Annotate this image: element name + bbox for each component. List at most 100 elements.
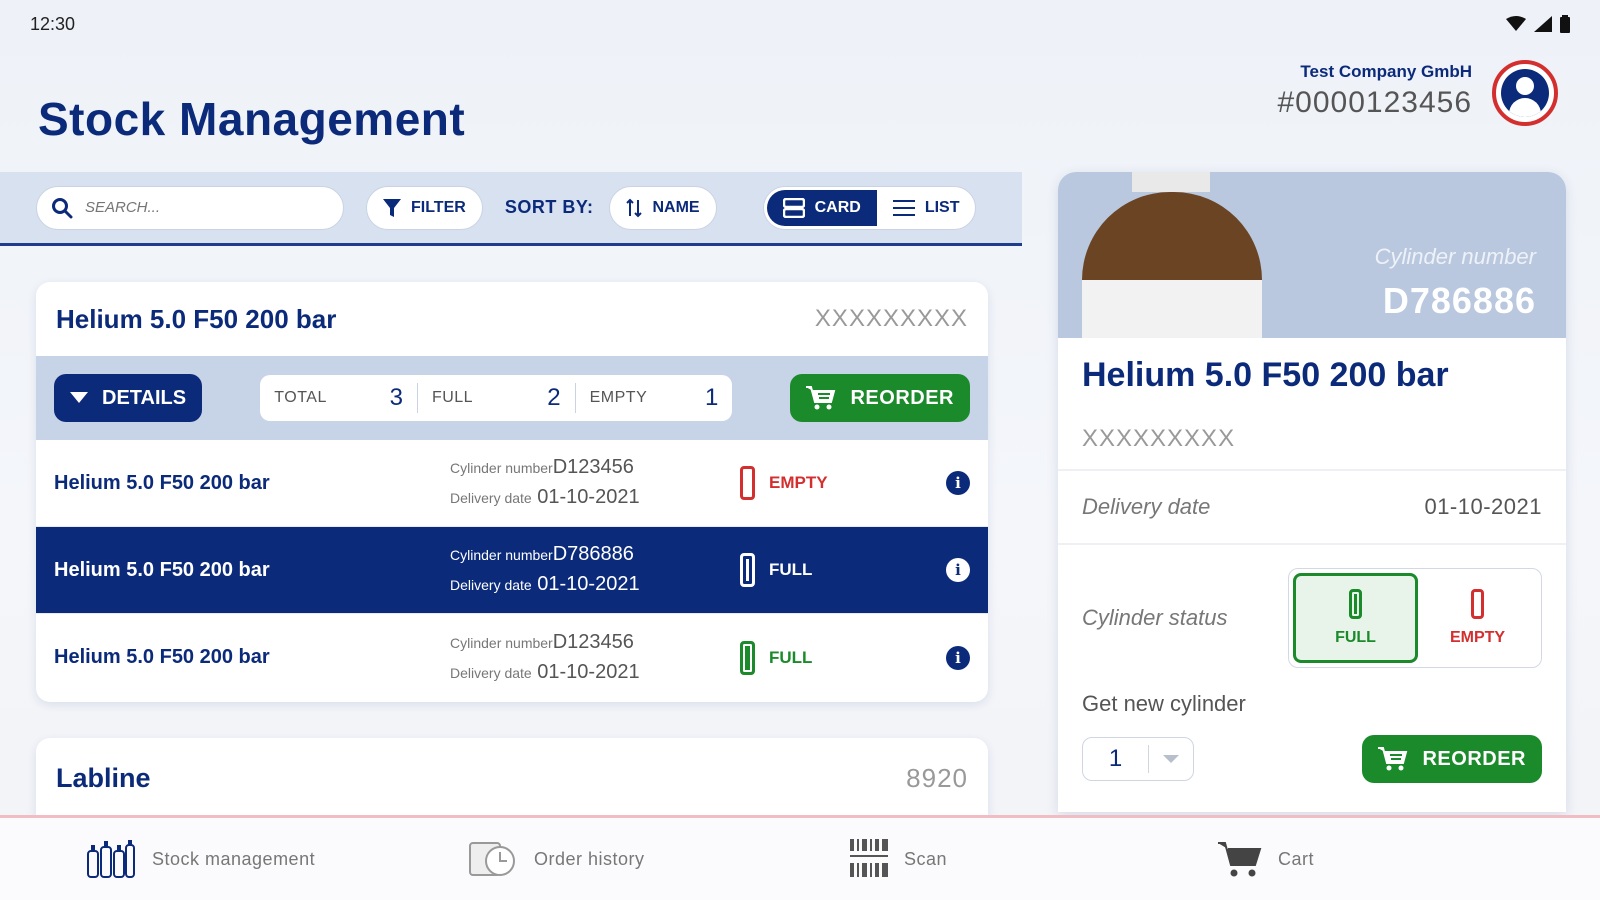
delivery-date-key: Delivery date — [450, 577, 532, 593]
reorder-label: REORDER — [1422, 747, 1526, 770]
product-card: Helium 5.0 F50 200 bar XXXXXXXXX DETAILS… — [36, 282, 988, 702]
details-button[interactable]: DETAILS — [54, 374, 203, 422]
reorder-row: 1 REORDER — [1058, 717, 1566, 783]
status-label: FULL — [769, 560, 813, 579]
view-card-button[interactable]: CARD — [766, 189, 877, 226]
page-title: Stock Management — [38, 93, 466, 145]
delivery-date-row: Delivery date 01-10-2021 — [1058, 471, 1566, 545]
status-toggle: FULL EMPTY — [1288, 568, 1542, 668]
nav-label: Cart — [1278, 848, 1315, 869]
product-code: XXXXXXXXX — [814, 305, 968, 332]
company-name: Test Company GmbH — [1300, 62, 1472, 81]
toolbar: FILTER SORT BY: NAME CARD LIST — [0, 172, 1022, 246]
list-view-icon — [892, 199, 915, 216]
cylinder-status-row: Cylinder status FULL EMPTY — [1058, 545, 1566, 691]
cylinder-row[interactable]: Helium 5.0 F50 200 bar Cylinder numberD1… — [36, 614, 988, 701]
sort-by-label: SORT BY: — [504, 197, 594, 217]
status-empty-label: EMPTY — [1449, 629, 1506, 646]
quantity-select[interactable]: 1 — [1082, 737, 1194, 781]
cart-icon — [1218, 842, 1262, 877]
status-label: FULL — [769, 647, 813, 667]
filter-button[interactable]: FILTER — [366, 185, 483, 230]
count-value: 3 — [389, 384, 403, 411]
get-new-cylinder-label: Get new cylinder — [1082, 691, 1246, 716]
detail-title: Helium 5.0 F50 200 bar — [1082, 356, 1449, 394]
delivery-date: 01-10-2021 — [537, 486, 640, 508]
count-value: 2 — [547, 384, 561, 411]
empty-cylinder-icon — [740, 466, 755, 500]
cylinder-image — [1082, 192, 1262, 338]
status-full-option[interactable]: FULL — [1293, 573, 1418, 663]
company-info: Test Company GmbH #0000123456 — [1277, 62, 1472, 120]
cylinder-number: D786886 — [1382, 280, 1536, 321]
view-card-label: CARD — [814, 198, 861, 216]
product-title: Labline — [56, 762, 151, 793]
empty-cylinder-icon — [1471, 589, 1484, 619]
status-bar: 12:30 — [30, 12, 1570, 36]
stock-counts: TOTAL 3 FULL 2 EMPTY 1 — [260, 375, 733, 421]
product-card-header[interactable]: Helium 5.0 F50 200 bar XXXXXXXXX — [36, 282, 988, 356]
full-cylinder-icon — [740, 640, 755, 675]
details-label: DETAILS — [102, 386, 187, 409]
info-icon[interactable]: i — [946, 558, 970, 582]
profile-avatar-button[interactable] — [1492, 60, 1558, 126]
cylinder-number-label: Cylinder number — [1374, 244, 1536, 269]
reorder-button[interactable]: REORDER — [790, 374, 970, 422]
detail-hero: Cylinder number D786886 — [1058, 172, 1566, 338]
cylinder-status: FULL — [740, 553, 930, 587]
detail-code: XXXXXXXXX — [1058, 395, 1566, 471]
cylinder-meta: Cylinder numberD123456 Delivery date 01-… — [450, 628, 740, 688]
count-label: FULL — [431, 389, 474, 406]
count-empty: EMPTY 1 — [576, 383, 733, 413]
cylinder-row[interactable]: Helium 5.0 F50 200 bar Cylinder numberD7… — [36, 527, 988, 614]
count-label: TOTAL — [274, 389, 327, 406]
nav-order-history[interactable]: Order history — [468, 839, 645, 879]
product-card[interactable]: Labline 8920 — [36, 738, 988, 818]
nav-cart[interactable]: Cart — [1218, 839, 1314, 879]
cart-icon — [1378, 747, 1408, 771]
nav-label: Stock management — [152, 848, 316, 869]
cylinder-number-key: Cylinder number — [450, 460, 553, 476]
info-icon[interactable]: i — [946, 645, 970, 670]
delivery-date: 01-10-2021 — [537, 660, 640, 683]
search-box[interactable] — [36, 185, 344, 230]
cylinder-number: D123456 — [552, 456, 634, 478]
search-input[interactable] — [85, 199, 305, 216]
nav-stock-management[interactable]: Stock management — [86, 839, 315, 879]
cylinder-name: Helium 5.0 F50 200 bar — [54, 471, 270, 494]
info-icon[interactable]: i — [946, 471, 970, 495]
product-title: Helium 5.0 F50 200 bar — [56, 303, 337, 334]
nav-scan[interactable]: Scan — [850, 839, 947, 879]
sort-icon — [626, 198, 643, 217]
delivery-date-key: Delivery date — [450, 490, 532, 506]
cylinder-name: Helium 5.0 F50 200 bar — [54, 558, 270, 581]
caret-down-icon — [70, 392, 88, 403]
view-list-button[interactable]: LIST — [877, 187, 976, 229]
count-full: FULL 2 — [418, 383, 576, 413]
delivery-date-value: 01-10-2021 — [1424, 494, 1542, 519]
count-value: 1 — [704, 384, 719, 411]
company-id: #0000123456 — [1277, 86, 1472, 119]
status-empty-option[interactable]: EMPTY — [1418, 573, 1537, 663]
count-total: TOTAL 3 — [260, 383, 418, 413]
delivery-date: 01-10-2021 — [537, 573, 640, 595]
quantity-value: 1 — [1083, 745, 1149, 773]
delivery-date-label: Delivery date — [1082, 494, 1211, 519]
user-icon — [1501, 69, 1549, 117]
cylinder-status-label: Cylinder status — [1082, 605, 1228, 630]
cylinder-row[interactable]: Helium 5.0 F50 200 bar Cylinder numberD1… — [36, 440, 988, 527]
filter-label: FILTER — [411, 198, 466, 216]
order-history-icon — [469, 842, 515, 876]
filter-icon — [383, 198, 401, 217]
sort-value: NAME — [652, 198, 700, 216]
cylinder-meta: Cylinder numberD786886 Delivery date 01-… — [450, 540, 740, 600]
status-full-label: FULL — [1335, 629, 1376, 646]
cylinder-number: D786886 — [552, 543, 634, 565]
card-view-icon — [782, 197, 805, 218]
detail-reorder-button[interactable]: REORDER — [1362, 735, 1542, 783]
sort-name-button[interactable]: NAME — [609, 185, 717, 230]
bottom-navigation: Stock management Order history Scan Cart — [0, 815, 1600, 900]
wifi-icon — [1506, 16, 1526, 31]
cylinder-status: EMPTY — [740, 466, 930, 500]
battery-icon — [1560, 15, 1570, 33]
